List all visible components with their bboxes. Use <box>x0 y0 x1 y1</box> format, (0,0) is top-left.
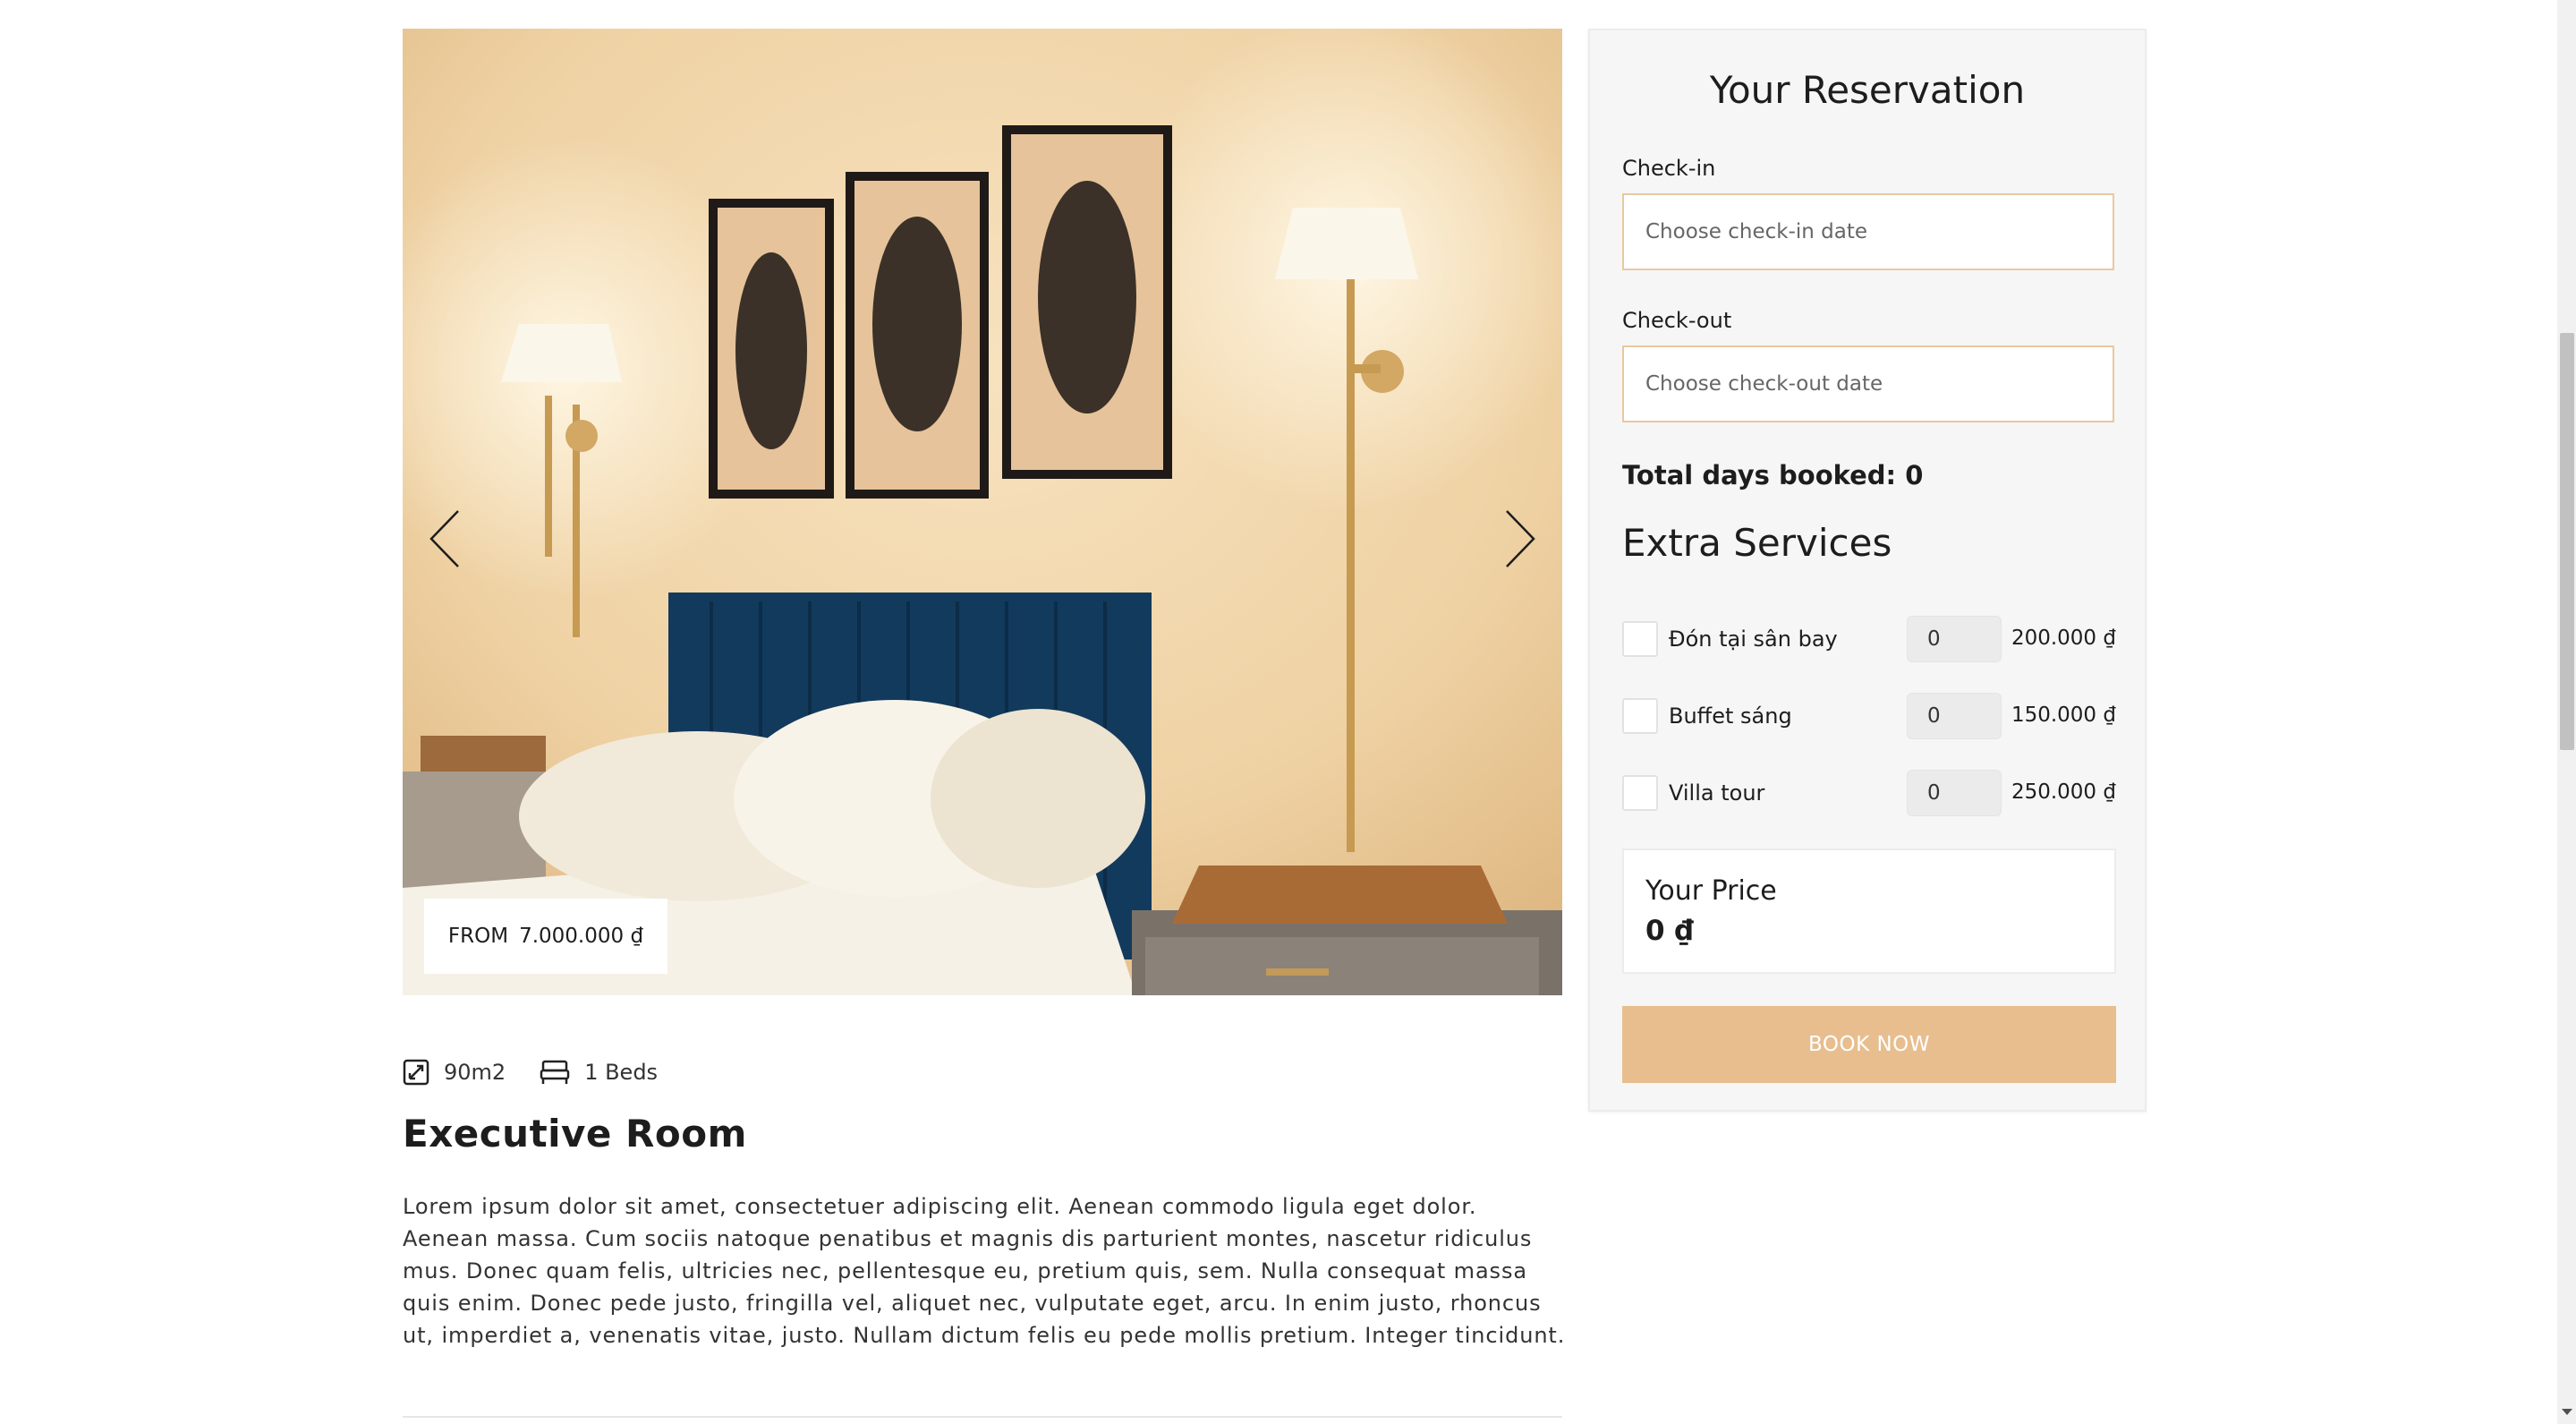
checkout-label: Check-out <box>1622 308 1732 333</box>
room-meta: 90m2 1 Beds <box>403 1059 692 1086</box>
chevron-right-icon <box>1506 510 1535 567</box>
book-now-button[interactable]: BOOK NOW <box>1622 1006 2116 1083</box>
checkout-date-input[interactable] <box>1622 345 2114 422</box>
service-checkbox[interactable] <box>1622 621 1658 657</box>
room-photo <box>403 29 1562 995</box>
chevron-left-icon <box>429 510 459 567</box>
price-tag: FROM 7.000.000 ₫ <box>424 899 667 974</box>
total-days-booked: Total days booked: 0 <box>1622 460 1924 490</box>
area-icon <box>403 1059 429 1086</box>
scrollbar[interactable] <box>2557 0 2576 1424</box>
service-row-breakfast: Buffet sáng 150.000 ₫ <box>1622 693 2116 739</box>
service-name: Đón tại sân bay <box>1669 627 1838 652</box>
service-price: 150.000 ₫ <box>2011 703 2116 727</box>
divider <box>403 1416 1562 1418</box>
extra-services-title: Extra Services <box>1622 521 1892 565</box>
bed-icon <box>540 1060 570 1084</box>
room-title: Executive Room <box>403 1112 747 1155</box>
room-beds-value: 1 Beds <box>584 1060 659 1085</box>
room-photo-gallery: FROM 7.000.000 ₫ <box>403 29 1562 995</box>
service-row-villa-tour: Villa tour 250.000 ₫ <box>1622 770 2116 816</box>
service-price: 250.000 ₫ <box>2011 780 2116 804</box>
service-quantity-input[interactable] <box>1907 616 2002 662</box>
room-description: Lorem ipsum dolor sit amet, consectetuer… <box>403 1194 1566 1348</box>
gallery-prev-button[interactable] <box>419 503 472 575</box>
service-name: Villa tour <box>1669 780 1765 806</box>
room-beds: 1 Beds <box>540 1060 658 1085</box>
your-price-label: Your Price <box>1645 875 1777 907</box>
your-price-box: Your Price 0 ₫ <box>1622 848 2116 974</box>
room-area: 90m2 <box>403 1059 506 1086</box>
service-quantity-input[interactable] <box>1907 693 2002 739</box>
service-quantity-input[interactable] <box>1907 770 2002 816</box>
checkin-label: Check-in <box>1622 156 1716 181</box>
service-price: 200.000 ₫ <box>2011 627 2116 650</box>
gallery-next-button[interactable] <box>1492 503 1546 575</box>
price-value: 7.000.000 ₫ <box>519 925 644 948</box>
scrollbar-thumb[interactable] <box>2560 333 2574 750</box>
service-checkbox[interactable] <box>1622 698 1658 734</box>
checkin-date-input[interactable] <box>1622 193 2114 270</box>
your-price-value: 0 ₫ <box>1645 915 1694 947</box>
service-checkbox[interactable] <box>1622 775 1658 811</box>
reservation-panel: Your Reservation Check-in Check-out Tota… <box>1588 29 2147 1112</box>
scroll-down-arrow-icon[interactable] <box>2562 1409 2572 1416</box>
reservation-title: Your Reservation <box>1709 68 2026 112</box>
price-prefix: FROM <box>447 925 509 948</box>
service-name: Buffet sáng <box>1669 703 1792 729</box>
service-row-airport: Đón tại sân bay 200.000 ₫ <box>1622 616 2116 662</box>
room-area-value: 90m2 <box>444 1060 506 1085</box>
